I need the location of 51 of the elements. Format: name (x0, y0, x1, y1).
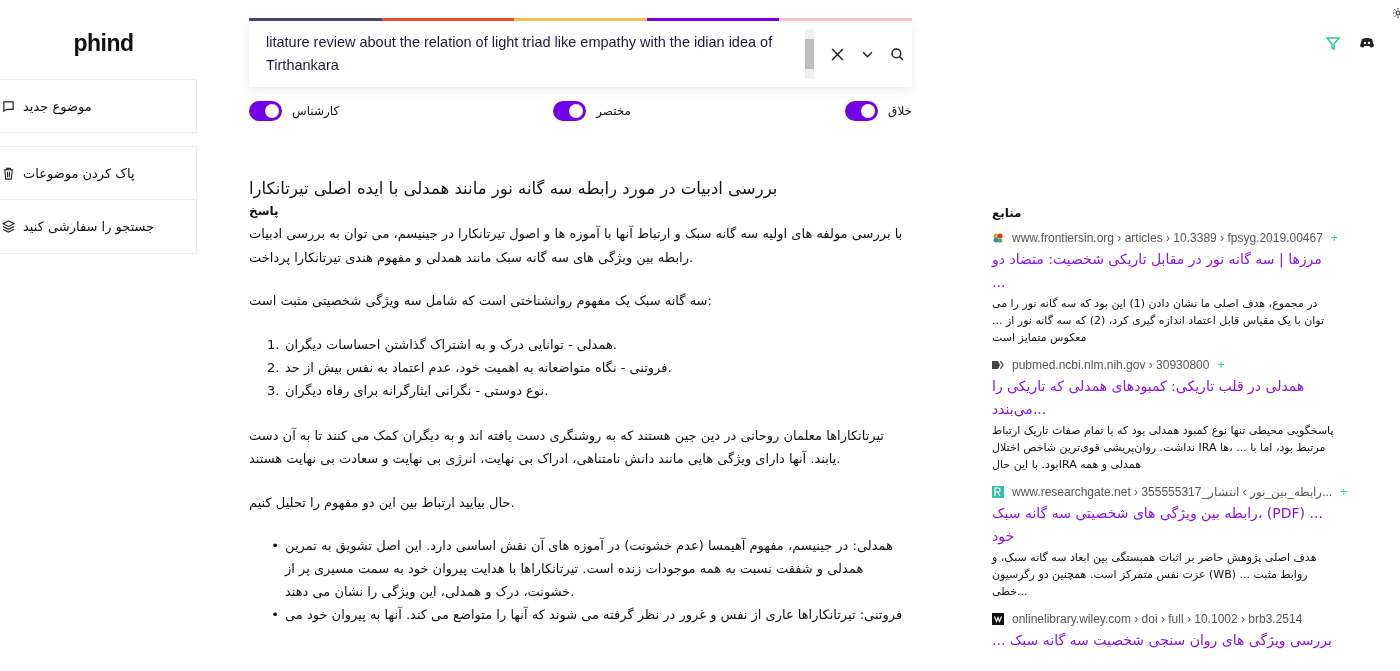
letter-r-icon (992, 486, 1004, 498)
source-url: onlinelibrary.wiley.com › doi › full › 10.1002 › brb3.2514 (1012, 612, 1303, 626)
colorful-dots-icon (992, 232, 1004, 244)
toggle-label: خلاق (888, 104, 912, 118)
source-title-link[interactable]: رابطه بین ویژگی های شخصیتی سه گانه سبک، (PDF) ... خود (992, 502, 1337, 548)
list-item: فروتنی: تیرتانکاراها عاری از نفس و غرور در نظر گرفته می شوند که آنها را متواضع می کند. آنها به پیروان خود می (285, 605, 904, 625)
letter-w-icon (992, 613, 1004, 625)
source-url: pubmed.ncbi.nlm.nih.gov › 30930800 (1012, 358, 1210, 372)
trash-icon (2, 166, 15, 180)
toggle-label: کارشناس (292, 104, 340, 118)
list-item: فروتنی - نگاه متواضعانه به اهمیت خود، عدم اعتماد به نفس بیش از حد. (285, 358, 673, 378)
search-field[interactable]: litature review about the relation of light triad like empathy with the idian idea of Tirthankara (249, 21, 912, 87)
toggle-switch[interactable] (845, 101, 879, 121)
list-marker: 1. (267, 335, 279, 354)
source-url: www.researchgate.net › 355555317_رابطه_بین_نور › انتشار... (1012, 485, 1333, 499)
tag-icon (992, 359, 1004, 371)
list-item: همدلی: در جینیسم، مفهوم آهیمسا (عدم خشونت) در آموزه های آن نقش اساسی دارد. این اصل تشویق به تمرین همدلی و شفقت نسبت به همه موجودات زنده است. تیرتانکاراها با هدایت پیروان خود به سمت مسیری پر از خشونت، درک و همدلی، این ویژگی را نشان می دهند. (285, 536, 894, 602)
sun-icon[interactable] (1393, 8, 1400, 18)
logo[interactable]: phind (63, 0, 134, 79)
close-icon (830, 47, 844, 61)
answer-paragraph: سه گانه سبک یک مفهوم روانشناختی است که شامل سه ویژگی شخصیتی مثبت است: (249, 292, 713, 311)
sources-heading: منابع (992, 206, 1023, 220)
source-snippet: هدف اصلی پژوهش حاضر بر اثبات همبستگی بین ابعاد سه گانه سبک، و عزت نفس متمرکز است. همچنین دو رگرسیون (WB) روابط مثبت ... ...خطی (992, 550, 1318, 600)
toggle-switch[interactable] (249, 101, 282, 121)
list-marker: 2. (267, 358, 279, 377)
list-marker: • (270, 606, 279, 624)
search-icon (890, 47, 904, 61)
source-title-link[interactable]: ... بررسی ویژگی های روان سنجی شخصیت سه گانه سبک (992, 629, 1337, 652)
answer-paragraph: با بررسی مولفه های اولیه سه گانه سبک و ارتباط آنها با آموزه ها و اصول تیرتانکارا در جینیسم، می توان به بررسی ادبیات رابطه بین ویژگی های سه گانه سبک مانند همدلی و مفهوم هندی تیرتانکارا پرداخت. (249, 224, 904, 268)
list-marker: 3. (267, 381, 279, 400)
toggle-switch[interactable] (553, 101, 587, 121)
source-snippet: پاسخگویی محیطی تنها نوع کمبود همدلی بود که با تمام صفات تاریک ارتباط نداشت. روان‌پریشی قوی‌ترین شاخص اختلال IRA مرتبط بود، اما با ... ،ها بود. با این حالIRA همدلی و همه (992, 423, 1335, 473)
gamepad-icon[interactable] (1359, 35, 1375, 51)
list-item: همدلی - توانایی درک و به اشتراک گذاشتن احساسات دیگران. (285, 335, 618, 355)
source-title-link[interactable]: مرزها | سه گانه نور در مقابل تاریکی شخصیت: متضاد دو ... (992, 248, 1337, 294)
source-snippet: در مجموع، هدف اصلی ما نشان دادن (1) این بود که سه گانه نور را می توان با یک مقیاس قابل اعتماد اندازه گیری کرد، (2) که سه گانه نور از ... معکوس متمایز است (992, 296, 1326, 346)
answer-paragraph: حال بیایید ارتباط بین این دو مفهوم را تحلیل کنیم. (249, 493, 516, 513)
toggle-label: مختصر (596, 104, 632, 118)
list-marker: • (270, 537, 279, 555)
answer-title: بررسی ادبیات در مورد رابطه سه گانه نور مانند همدلی با ایده اصلی تیرتانکارا (249, 179, 779, 198)
layers-icon (2, 220, 15, 233)
sidebar-button[interactable]: پاک کردن موضوعات (0, 146, 197, 200)
answer-heading: پاسخ (249, 204, 280, 218)
scrollbar[interactable] (805, 29, 814, 79)
source-title-link[interactable]: همدلی در قلب تاریکی: کمبودهای همدلی که تاریکی را می‌بندد... (992, 375, 1337, 421)
source-url: www.frontiersin.org › articles › 10.3389 › fpsyg.2019.00467 (1012, 231, 1323, 245)
list-item: نوع دوستی - نگرانی ایثارگرانه برای رفاه دیگران. (285, 381, 550, 401)
sidebar-button[interactable]: جستجو را سفارشی کنید (0, 200, 197, 254)
answer-paragraph: تیرتانکاراها معلمان روحانی در دین جین هستند که به روشنگری دست یافته اند و به دیگران کمک می کنند تا به آن دست یابند. آنها دارای ویژگی هایی مانند دانش نامتناهی، ادراک بی نهایت، انرژی بی نهایت و سعادت بی نهایت هستند. (249, 426, 885, 469)
chat-icon (2, 99, 15, 113)
sidebar-button[interactable]: موضوع جدید (0, 79, 197, 133)
